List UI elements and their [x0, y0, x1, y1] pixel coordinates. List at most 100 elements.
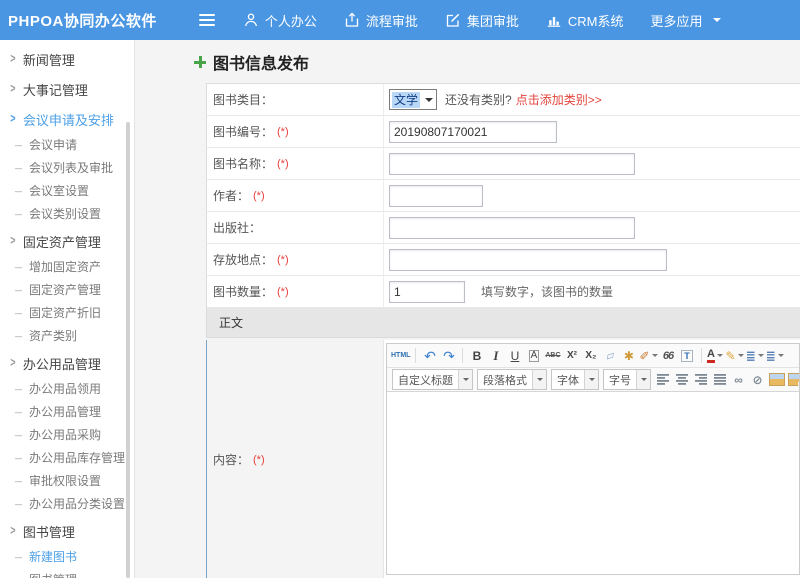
eraser-button-glyph: ▱ [604, 348, 616, 363]
book-quantity-input[interactable] [389, 281, 465, 303]
font-border-button[interactable]: A [525, 347, 542, 365]
menu-toggle-icon[interactable] [199, 14, 215, 26]
undo-button[interactable]: ↶ [421, 347, 438, 365]
field-label: 作者： [213, 187, 249, 204]
sidebar-item[interactable]: 办公用品管理 [0, 400, 134, 423]
topbar-nav-crm-system[interactable]: CRM系统 [546, 11, 624, 30]
person-icon [243, 12, 259, 28]
sidebar-item[interactable]: 办公用品领用 [0, 377, 134, 400]
blockquote-button[interactable]: 66 [660, 347, 677, 365]
sidebar-item-label: 办公用品采购 [29, 426, 101, 443]
unordered-list-button[interactable]: ≣ [766, 347, 784, 365]
sidebar-item[interactable]: 会议室设置 [0, 179, 134, 202]
sidebar-group-6[interactable]: 图书管理 [0, 518, 134, 545]
font-color-button[interactable]: A [707, 347, 724, 365]
bold-button[interactable]: B [468, 347, 485, 365]
required-mark: (*) [277, 286, 289, 298]
sidebar-item[interactable]: 资产类别 [0, 324, 134, 347]
sidebar-item[interactable]: 办公用品采购 [0, 423, 134, 446]
chevron-down-icon [425, 98, 433, 106]
align-left-button[interactable] [654, 371, 671, 389]
sidebar-group-4[interactable]: 固定资产管理 [0, 228, 134, 255]
ordered-list-button-glyph: ≣ [746, 349, 756, 363]
form-row: 作者：(*) [206, 180, 800, 212]
sidebar-group-3[interactable]: 会议申请及安排 [0, 106, 134, 133]
publisher-input[interactable] [389, 217, 635, 239]
content-field-cell: HTML↶↷BIUAABCX²X₂▱✱✐66TA✎≣≣ 自定义标题段落格式字体字… [384, 340, 800, 578]
sidebar-item-label: 办公用品领用 [29, 380, 101, 397]
page-title: 图书信息发布 [213, 50, 309, 74]
link-button[interactable]: ∞ [730, 371, 747, 389]
chevron-right-icon [10, 53, 15, 67]
paragraph-format-select[interactable]: 段落格式 [477, 369, 547, 390]
highlight-color-button[interactable]: ✎ [726, 347, 744, 365]
field-value-cell: 文学还没有类别?点击添加类别>> [384, 84, 800, 115]
insert-image-button[interactable] [768, 371, 785, 389]
underline-button[interactable]: U [506, 347, 523, 365]
author-input[interactable] [389, 185, 483, 207]
superscript-button[interactable]: X² [563, 347, 580, 365]
topbar-nav-personal-office[interactable]: 个人办公 [243, 11, 317, 30]
chevron-right-icon [10, 525, 15, 539]
source-code-button[interactable]: HTML [391, 347, 410, 365]
paste-text-button-glyph: T [681, 350, 693, 362]
paste-text-button[interactable]: T [679, 347, 696, 365]
font-size-select[interactable]: 字号 [603, 369, 651, 390]
chevron-down-icon [758, 354, 764, 360]
chevron-down-icon [584, 370, 598, 389]
chevron-down-icon [458, 370, 472, 389]
topbar-nav-process-approval[interactable]: 流程审批 [344, 11, 418, 30]
storage-location-input[interactable] [389, 249, 667, 271]
insert-online-image-button[interactable] [787, 371, 799, 389]
font-family-select[interactable]: 字体 [551, 369, 599, 390]
sidebar-item[interactable]: 会议列表及审批 [0, 156, 134, 179]
format-clear-button[interactable]: ✱ [620, 347, 637, 365]
subscript-button[interactable]: X₂ [582, 347, 599, 365]
ordered-list-button[interactable]: ≣ [746, 347, 764, 365]
eraser-button[interactable]: ▱ [601, 347, 618, 365]
sidebar-item[interactable]: 审批权限设置 [0, 469, 134, 492]
book-code-input[interactable] [389, 121, 557, 143]
editor-content[interactable] [387, 392, 799, 574]
topbar-nav-group-approval[interactable]: 集团审批 [445, 11, 519, 30]
custom-title-select[interactable]: 自定义标题 [392, 369, 473, 390]
align-justify-button[interactable] [711, 371, 728, 389]
format-paint-button[interactable]: ✐ [639, 347, 657, 365]
sidebar-item[interactable]: 办公用品库存管理 [0, 446, 134, 469]
redo-button[interactable]: ↷ [440, 347, 457, 365]
add-category-link[interactable]: 点击添加类别>> [516, 91, 602, 108]
sidebar-item[interactable]: 固定资产折旧 [0, 301, 134, 324]
italic-button[interactable]: I [487, 347, 504, 365]
chevron-down-icon [532, 370, 546, 389]
sidebar-group-2[interactable]: 大事记管理 [0, 76, 134, 103]
sidebar-item[interactable]: 固定资产管理 [0, 278, 134, 301]
sidebar-group-5[interactable]: 办公用品管理 [0, 350, 134, 377]
field-label: 出版社： [213, 219, 261, 236]
sidebar-item[interactable]: 会议类别设置 [0, 202, 134, 225]
field-label-cell: 图书数量：(*) [207, 276, 384, 307]
sidebar-item[interactable]: 办公用品分类设置 [0, 492, 134, 515]
field-label-cell: 出版社： [207, 212, 384, 243]
nav-item-label: 集团审批 [467, 11, 519, 30]
sidebar-item-label: 图书管理 [29, 571, 77, 578]
editor-toolbar-row2: 自定义标题段落格式字体字号 ∞⊘ [387, 368, 799, 392]
align-right-button[interactable] [692, 371, 709, 389]
strikethrough-button[interactable]: ABC [544, 347, 561, 365]
sidebar-item[interactable]: 图书管理 [0, 568, 134, 578]
unlink-button[interactable]: ⊘ [749, 371, 766, 389]
chevron-right-icon [10, 113, 15, 127]
field-label-cell: 图书名称：(*) [207, 148, 384, 179]
sidebar-item[interactable]: 增加固定资产 [0, 255, 134, 278]
add-icon [194, 56, 206, 68]
field-label: 图书编号： [213, 123, 273, 140]
form-row: 图书编号：(*) [206, 116, 800, 148]
sidebar-item[interactable]: 新建图书 [0, 545, 134, 568]
sidebar-group-1[interactable]: 新闻管理 [0, 46, 134, 73]
sidebar-scrollbar[interactable] [126, 122, 130, 578]
sidebar-item[interactable]: 会议申请 [0, 133, 134, 156]
align-center-button[interactable] [673, 371, 690, 389]
book-name-input[interactable] [389, 153, 635, 175]
topbar-nav-more-apps[interactable]: 更多应用 [651, 11, 721, 30]
book-category-select[interactable]: 文学 [389, 89, 437, 110]
required-mark: (*) [277, 158, 289, 170]
